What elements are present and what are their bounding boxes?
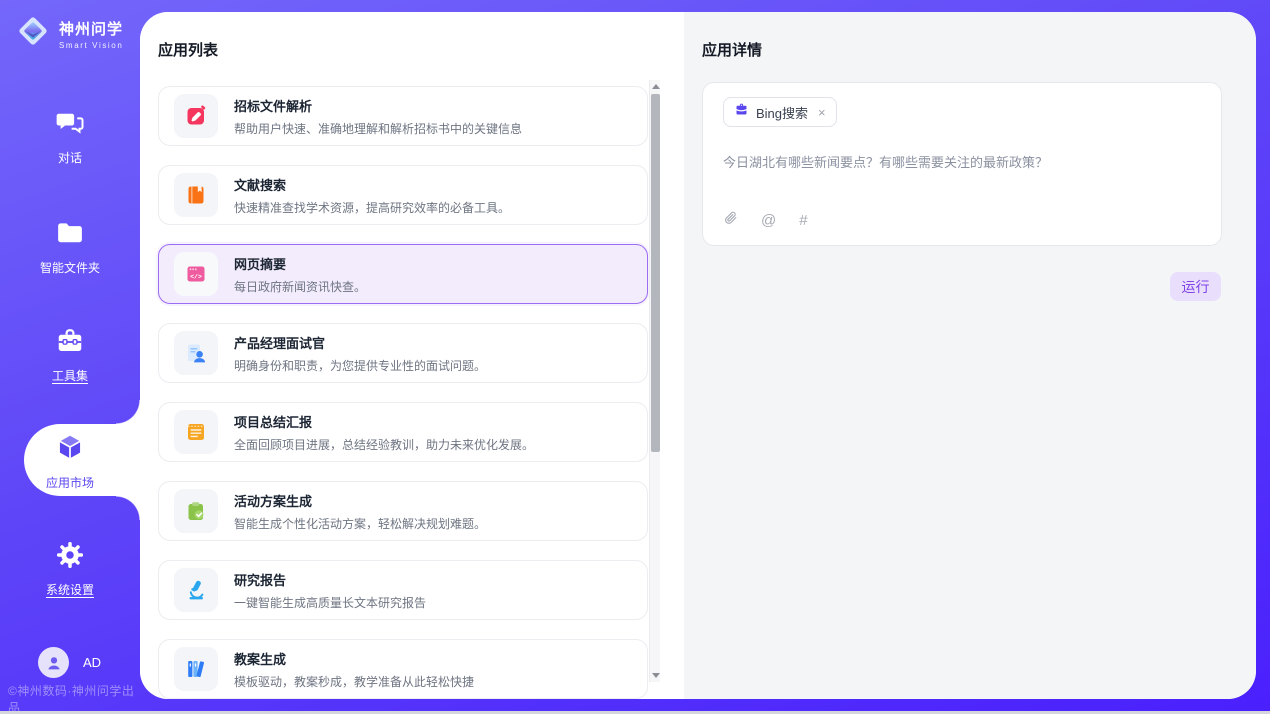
app-description: 模板驱动，教案秒成，教学准备从此轻松快捷 xyxy=(234,673,474,690)
scrollbar-down-arrow-icon[interactable] xyxy=(650,669,661,682)
sidebar-item-label: 应用市场 xyxy=(46,474,94,491)
chat-icon xyxy=(55,108,85,143)
app-description: 全面回顾项目进展，总结经验教训，助力未来优化发展。 xyxy=(234,436,534,453)
avatar xyxy=(38,647,69,678)
hash-icon[interactable]: # xyxy=(799,212,807,229)
active-tab-curve-top xyxy=(116,400,140,424)
app-card-project-summary[interactable]: 项目总结汇报 全面回顾项目进展，总结经验教训，助力未来优化发展。 xyxy=(158,402,648,462)
folder-icon xyxy=(55,218,85,253)
user-account[interactable]: AD xyxy=(38,647,101,678)
mention-at-icon[interactable]: @ xyxy=(761,212,776,229)
app-description: 智能生成个性化活动方案，轻松解决规划难题。 xyxy=(234,515,486,532)
app-card-pm-interviewer[interactable]: 产品经理面试官 明确身份和职责，为您提供专业性的面试问题。 xyxy=(158,323,648,383)
sidebar-item-label: 智能文件夹 xyxy=(40,259,100,276)
sidebar-item-smart-folders[interactable]: 智能文件夹 xyxy=(0,214,140,280)
app-logo: 神州问学 Smart Vision xyxy=(14,12,123,55)
cube-icon xyxy=(54,431,86,468)
app-card-list: 招标文件解析 帮助用户快速、准确地理解和解析招标书中的关键信息 文献搜索 快速精… xyxy=(158,86,648,699)
sidebar-item-app-market[interactable]: 应用市场 xyxy=(0,428,140,494)
user-initials: AD xyxy=(83,655,101,670)
tool-chip-label: Bing搜索 xyxy=(756,103,808,122)
brand-name: 神州问学 xyxy=(59,18,123,39)
copyright-text: ©神州数码·神州问学出品 xyxy=(8,682,140,714)
app-description: 明确身份和职责，为您提供专业性的面试问题。 xyxy=(234,357,486,374)
app-description: 快速精准查找学术资源，提高研究效率的必备工具。 xyxy=(234,199,510,216)
scrollbar-up-arrow-icon[interactable] xyxy=(650,80,661,93)
sidebar-item-label: 对话 xyxy=(58,149,82,166)
sidebar-item-label: 系统设置 xyxy=(46,581,94,598)
sidebar-item-toolset[interactable]: 工具集 xyxy=(0,322,140,388)
gear-icon xyxy=(55,540,85,575)
query-text[interactable]: 今日湖北有哪些新闻要点？有哪些需要关注的最新政策？ xyxy=(723,153,1203,173)
app-detail-panel: 应用详情 Bing搜索 × 今日湖北有哪些新闻要点？有哪些需要关注的最新政策？ xyxy=(684,12,1256,699)
note-icon xyxy=(174,410,218,454)
tool-chip-bing-search[interactable]: Bing搜索 × xyxy=(723,97,837,127)
interviewer-icon xyxy=(174,331,218,375)
sidebar-item-label: 工具集 xyxy=(52,367,88,384)
brand-tagline: Smart Vision xyxy=(59,41,123,50)
briefcase-icon xyxy=(734,102,749,122)
query-input-area[interactable]: Bing搜索 × 今日湖北有哪些新闻要点？有哪些需要关注的最新政策？ @ # xyxy=(702,82,1222,246)
app-name: 活动方案生成 xyxy=(234,491,486,510)
app-name: 研究报告 xyxy=(234,570,426,589)
sidebar-item-settings[interactable]: 系统设置 xyxy=(0,536,140,602)
app-description: 帮助用户快速、准确地理解和解析招标书中的关键信息 xyxy=(234,120,522,137)
app-list-title: 应用列表 xyxy=(158,39,218,60)
app-name: 项目总结汇报 xyxy=(234,412,534,431)
microscope-icon xyxy=(174,568,218,612)
app-name: 文献搜索 xyxy=(234,175,510,194)
app-detail-title: 应用详情 xyxy=(702,39,762,60)
toolbox-icon xyxy=(55,326,85,361)
clipboard-check-icon xyxy=(174,489,218,533)
app-card-literature-search[interactable]: 文献搜索 快速精准查找学术资源，提高研究效率的必备工具。 xyxy=(158,165,648,225)
logo-diamond-icon xyxy=(14,12,52,55)
app-list-panel: 应用列表 招标文件解析 帮助用户快速、准确地理解和解析招标书中的关键信息 xyxy=(140,12,684,699)
sidebar-item-chat[interactable]: 对话 xyxy=(0,104,140,170)
app-description: 一键智能生成高质量长文本研究报告 xyxy=(234,594,426,611)
app-name: 网页摘要 xyxy=(234,254,366,273)
app-card-tender-parse[interactable]: 招标文件解析 帮助用户快速、准确地理解和解析招标书中的关键信息 xyxy=(158,86,648,146)
svg-text:</>: </> xyxy=(190,274,202,281)
active-tab-curve-bottom xyxy=(116,496,140,520)
app-description: 每日政府新闻资讯快查。 xyxy=(234,278,366,295)
app-name: 招标文件解析 xyxy=(234,96,522,115)
books-icon xyxy=(174,647,218,691)
app-card-research-report[interactable]: 研究报告 一键智能生成高质量长文本研究报告 xyxy=(158,560,648,620)
attachment-toolbar: @ # xyxy=(723,209,808,231)
app-name: 教案生成 xyxy=(234,649,474,668)
book-icon xyxy=(174,173,218,217)
sidebar: 神州问学 Smart Vision 对话 智能文件夹 xyxy=(0,0,140,711)
app-card-web-summary[interactable]: </> 网页摘要 每日政府新闻资讯快查。 xyxy=(158,244,648,304)
paperclip-icon[interactable] xyxy=(723,209,738,231)
chip-close-icon[interactable]: × xyxy=(818,105,826,120)
run-button[interactable]: 运行 xyxy=(1170,272,1221,301)
document-edit-icon xyxy=(174,94,218,138)
app-card-lesson-plan[interactable]: 教案生成 模板驱动，教案秒成，教学准备从此轻松快捷 xyxy=(158,639,648,699)
scrollbar-thumb[interactable] xyxy=(651,94,660,452)
app-card-activity-plan[interactable]: 活动方案生成 智能生成个性化活动方案，轻松解决规划难题。 xyxy=(158,481,648,541)
list-scrollbar[interactable] xyxy=(649,80,660,682)
app-name: 产品经理面试官 xyxy=(234,333,486,352)
main-content: 应用列表 招标文件解析 帮助用户快速、准确地理解和解析招标书中的关键信息 xyxy=(140,12,1256,699)
browser-code-icon: </> xyxy=(174,252,218,296)
